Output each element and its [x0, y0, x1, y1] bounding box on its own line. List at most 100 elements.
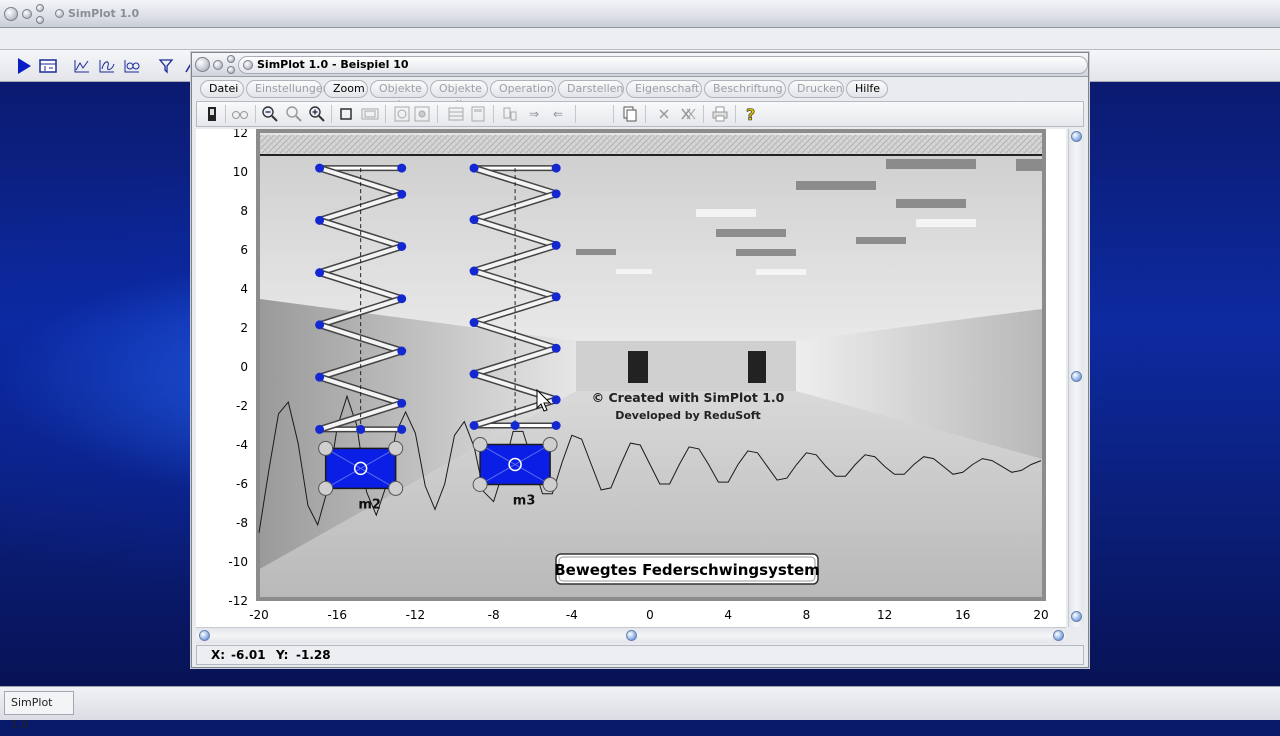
spring-node[interactable] — [551, 163, 561, 173]
y-tick-label: 2 — [240, 321, 248, 335]
spring-node[interactable] — [469, 318, 479, 328]
spring-node[interactable] — [551, 343, 561, 353]
scroll-right-knob[interactable] — [1053, 630, 1064, 641]
vertical-scrollbar[interactable] — [1068, 129, 1084, 627]
parametric-plot-icon[interactable] — [97, 57, 117, 75]
mass-handle[interactable] — [388, 440, 404, 456]
y-tick-label: 12 — [233, 129, 248, 140]
frame-icon[interactable] — [361, 105, 379, 123]
restore-circle-icon[interactable] — [36, 16, 44, 24]
help-question-icon[interactable]: ? — [743, 105, 761, 123]
spring-node[interactable] — [551, 421, 561, 430]
taskbar-item-simplot[interactable]: SimPlot 1.0 — [4, 691, 74, 731]
close-circle-icon[interactable] — [4, 7, 18, 21]
rectangle-icon[interactable] — [337, 105, 355, 123]
target-icon[interactable] — [413, 105, 431, 123]
y-tick-label: -10 — [228, 555, 248, 569]
circle-frame-icon[interactable] — [393, 105, 411, 123]
mass-handle[interactable] — [542, 477, 558, 492]
menu-beschriftung[interactable]: Beschriftung — [704, 80, 786, 98]
x-tick-label: -4 — [566, 608, 578, 622]
status-x-label: X: — [211, 648, 226, 662]
glasses-icon[interactable] — [231, 105, 249, 123]
delete-x-icon[interactable] — [655, 105, 673, 123]
spring-node[interactable] — [469, 369, 479, 379]
spring-node[interactable] — [551, 292, 561, 302]
spring-node[interactable] — [356, 424, 366, 434]
line-plot-icon[interactable] — [72, 57, 92, 75]
funnel-filter-icon[interactable] — [156, 57, 176, 75]
menu-drucken[interactable]: Drucken — [788, 80, 844, 98]
run-play-icon[interactable] — [14, 57, 34, 75]
menu-operation[interactable]: Operation — [490, 80, 556, 98]
spring-node[interactable] — [315, 215, 325, 225]
copy-pages-icon[interactable] — [621, 105, 639, 123]
menu-datei[interactable]: Datei — [200, 80, 244, 98]
zoom-icon[interactable] — [285, 105, 303, 123]
infinity-plot-icon[interactable] — [122, 57, 142, 75]
spring-node[interactable] — [551, 189, 561, 199]
child-minimize-circle-icon[interactable] — [213, 60, 223, 70]
child-restore-circle-icon[interactable] — [227, 66, 235, 74]
scroll-thumb-horizontal[interactable] — [626, 630, 637, 641]
child-maximize-circle-icon[interactable] — [227, 55, 235, 63]
spring-node[interactable] — [397, 294, 407, 304]
menu-einstellungen[interactable]: Einstellungen — [246, 80, 330, 98]
mass-handle[interactable] — [542, 437, 558, 452]
plot-panel[interactable]: m2 m3 © Created with SimPlot 1.0 Developed … — [196, 129, 1066, 627]
spring-node[interactable] — [315, 163, 325, 173]
spring-node[interactable] — [397, 189, 407, 199]
mass-handle[interactable] — [318, 480, 334, 496]
spring-node[interactable] — [397, 163, 407, 173]
printer-icon[interactable] — [711, 105, 729, 123]
spring-node[interactable] — [397, 398, 407, 408]
spring-node[interactable] — [469, 163, 479, 173]
scroll-thumb-vertical[interactable] — [1071, 371, 1082, 382]
menu-hilfe[interactable]: Hilfe — [846, 80, 888, 98]
zoom-in-icon[interactable] — [308, 105, 326, 123]
scroll-up-knob[interactable] — [1071, 131, 1082, 142]
mass-handle[interactable] — [318, 440, 334, 456]
arrow-left-icon[interactable]: ⇐ — [549, 105, 567, 123]
spring-node[interactable] — [551, 240, 561, 250]
child-window-title: SimPlot 1.0 - Beispiel 10 — [257, 58, 409, 71]
spring-node[interactable] — [469, 421, 479, 430]
horizontal-scrollbar[interactable] — [196, 627, 1066, 643]
room-ceiling — [260, 149, 1042, 341]
calculator-icon[interactable] — [469, 105, 487, 123]
menu-darstellen[interactable]: Darstellen — [558, 80, 624, 98]
menu-eigenschaft[interactable]: Eigenschaft — [626, 80, 702, 98]
spring-node[interactable] — [397, 346, 407, 356]
window-layout-icon[interactable] — [38, 57, 58, 75]
menu-objekte-ii[interactable]: Objekte II — [430, 80, 488, 111]
spring-node[interactable] — [397, 424, 407, 434]
child-close-circle-icon[interactable] — [195, 57, 210, 72]
spring-node[interactable] — [510, 421, 520, 430]
arrow-right-icon[interactable]: ⇒ — [525, 105, 543, 123]
objects-icon[interactable] — [501, 105, 519, 123]
spring-node[interactable] — [397, 241, 407, 251]
spring-node[interactable] — [469, 215, 479, 225]
minimize-circle-icon[interactable] — [22, 9, 32, 19]
device-icon[interactable] — [203, 105, 221, 123]
menu-objekte-i[interactable]: Objekte I — [370, 80, 428, 111]
spring-node[interactable] — [315, 320, 325, 330]
child-window: SimPlot 1.0 - Beispiel 10 Datei Einstellu… — [191, 52, 1089, 668]
mass-handle[interactable] — [388, 480, 404, 496]
plot-svg[interactable]: m2 m3 © Created with SimPlot 1.0 Developed … — [196, 129, 1066, 627]
table-icon[interactable] — [447, 105, 465, 123]
zoom-out-icon[interactable] — [261, 105, 279, 123]
menu-zoom[interactable]: Zoom — [324, 80, 368, 98]
delete-all-icon[interactable] — [679, 105, 697, 123]
mass-handle[interactable] — [472, 437, 488, 452]
maximize-circle-icon[interactable] — [36, 4, 44, 12]
spring-node[interactable] — [315, 372, 325, 382]
status-y-value: -1.28 — [296, 648, 331, 662]
scroll-left-knob[interactable] — [199, 630, 210, 641]
mass-handle[interactable] — [472, 477, 488, 492]
spring-node[interactable] — [315, 424, 325, 434]
spring-node[interactable] — [551, 395, 561, 405]
scroll-down-knob[interactable] — [1071, 611, 1082, 622]
spring-node[interactable] — [315, 268, 325, 278]
spring-node[interactable] — [469, 266, 479, 276]
